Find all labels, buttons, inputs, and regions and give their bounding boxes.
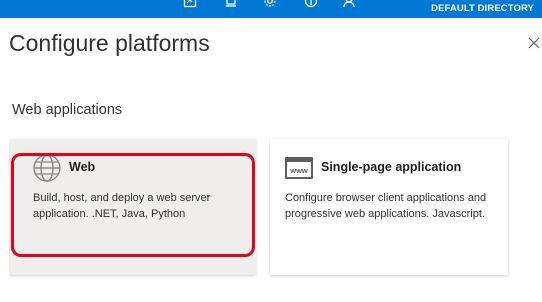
section-heading: Web applications xyxy=(12,102,123,118)
account-icon[interactable] xyxy=(342,0,356,8)
panel-title: Configure platforms xyxy=(9,30,210,56)
help-icon[interactable] xyxy=(304,0,318,8)
globe-icon xyxy=(32,153,62,188)
single-page-application-card[interactable]: www Single-page application Configure br… xyxy=(270,139,508,275)
close-icon[interactable] xyxy=(527,36,541,50)
spa-card-description: Configure browser client applications an… xyxy=(285,192,487,220)
www-window-icon: www xyxy=(285,157,313,184)
svg-text:www: www xyxy=(289,166,308,175)
top-navigation-bar: DEFAULT DIRECTORY xyxy=(0,0,542,18)
web-card-description: Build, host, and deploy a web server app… xyxy=(33,192,211,220)
spa-card-title: Single-page application xyxy=(321,160,462,174)
configure-platforms-panel: DEFAULT DIRECTORY Configure platforms We… xyxy=(0,0,542,302)
directory-label[interactable]: DEFAULT DIRECTORY xyxy=(431,3,534,14)
feedback-icon[interactable] xyxy=(183,0,197,8)
gear-icon[interactable] xyxy=(263,0,277,8)
bell-icon[interactable] xyxy=(224,0,238,8)
web-card-title: Web xyxy=(69,160,96,174)
web-platform-card[interactable]: Web Build, host, and deploy a web server… xyxy=(10,139,256,275)
